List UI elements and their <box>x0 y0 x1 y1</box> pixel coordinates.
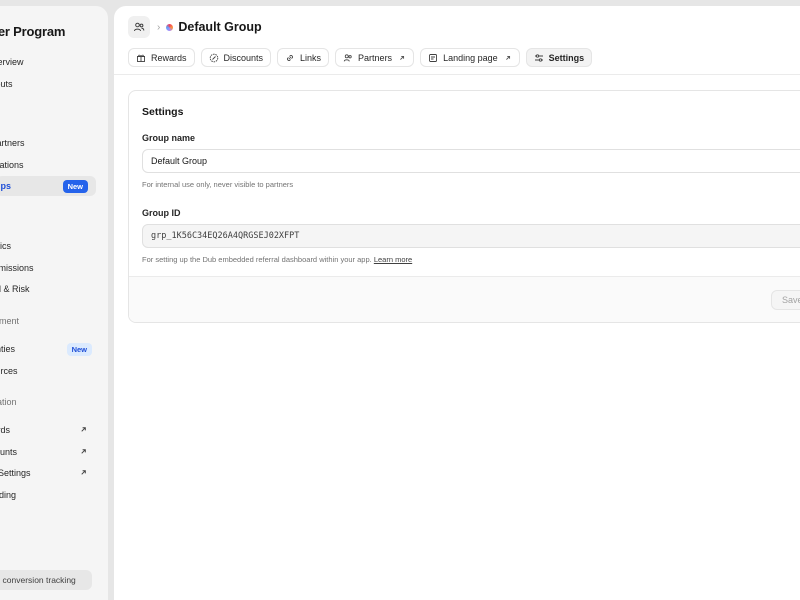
tab-rewards[interactable]: Rewards <box>128 48 195 67</box>
group-name-label: Group name <box>142 133 196 143</box>
sidebar-item-fraud-risk[interactable]: aud & Risk <box>0 279 100 299</box>
sliders-icon <box>534 53 543 62</box>
sidebar-item-commissions[interactable]: ommissions <box>0 258 100 278</box>
sidebar-item-overview[interactable]: Overview <box>0 52 100 72</box>
sidebar-item-resources[interactable]: sources <box>0 361 100 381</box>
group-id-help: For setting up the Dub embedded referral… <box>142 255 413 264</box>
new-badge: New <box>66 343 92 356</box>
users-icon <box>343 53 352 61</box>
new-badge: New <box>62 180 88 193</box>
card-footer: Save <box>129 276 800 322</box>
arrow-up-right-icon <box>505 55 510 60</box>
arrow-up-right-icon <box>81 470 86 475</box>
arrow-up-right-icon <box>81 449 86 454</box>
conversion-tracking-button[interactable]: t up conversion tracking <box>0 570 92 590</box>
section-engagement: agement <box>0 316 20 326</box>
sidebar-item-link-settings[interactable]: nk Settings <box>0 463 100 483</box>
discount-icon <box>209 53 218 62</box>
main-panel: › Default Group Rewards Discounts Links … <box>114 6 800 600</box>
sidebar-item-analytics[interactable]: alytics <box>0 236 100 256</box>
sidebar-item-discounts[interactable]: scounts <box>0 442 100 462</box>
arrow-up-right-icon <box>81 427 86 432</box>
group-id-field[interactable]: grp_1K56C34EQ26A4QRGSEJ02XFPT <box>142 224 800 248</box>
tab-partners[interactable]: Partners <box>335 48 415 67</box>
group-id-label: Group ID <box>142 208 181 218</box>
breadcrumb: › Default Group <box>128 14 262 40</box>
sidebar-item-groups[interactable]: roups New <box>0 176 96 196</box>
program-title: tner Program <box>0 24 66 39</box>
link-icon <box>287 54 294 61</box>
group-name-input[interactable]: Default Group <box>142 149 800 173</box>
group-color-icon <box>166 23 174 31</box>
sidebar-item-applications[interactable]: plications <box>0 155 100 175</box>
sidebar-item-all-partners[interactable]: l Partners <box>0 133 100 153</box>
learn-more-link[interactable]: Learn more <box>374 255 412 264</box>
save-button[interactable]: Save <box>771 290 800 310</box>
tab-bar: Rewards Discounts Links Partners Landing… <box>128 48 593 67</box>
sidebar-item-payouts[interactable]: ayouts <box>0 74 100 94</box>
gift-icon <box>137 54 145 62</box>
tab-discounts[interactable]: Discounts <box>200 48 272 67</box>
section-configuration: guration <box>0 397 17 407</box>
card-title: Settings <box>142 106 184 118</box>
sidebar-item-rewards[interactable]: wards <box>0 420 100 440</box>
sidebar-item-branding[interactable]: randing <box>0 485 100 505</box>
tab-links[interactable]: Links <box>277 48 330 67</box>
users-icon[interactable] <box>128 16 150 38</box>
settings-card: Settings Group name Default Group For in… <box>128 90 800 323</box>
page-title: Default Group <box>178 20 262 34</box>
sidebar: tner Program Overview ayouts ers l Partn… <box>0 6 108 600</box>
chevron-right-icon: › <box>157 21 161 33</box>
sidebar-item-bounties[interactable]: ounties New <box>0 339 100 359</box>
divider <box>114 74 800 75</box>
arrow-up-right-icon <box>400 55 405 60</box>
group-name-help: For internal use only, never visible to … <box>142 180 294 189</box>
tab-settings[interactable]: Settings <box>525 48 593 67</box>
tab-landing-page[interactable]: Landing page <box>420 48 520 67</box>
layout-icon <box>429 53 438 62</box>
